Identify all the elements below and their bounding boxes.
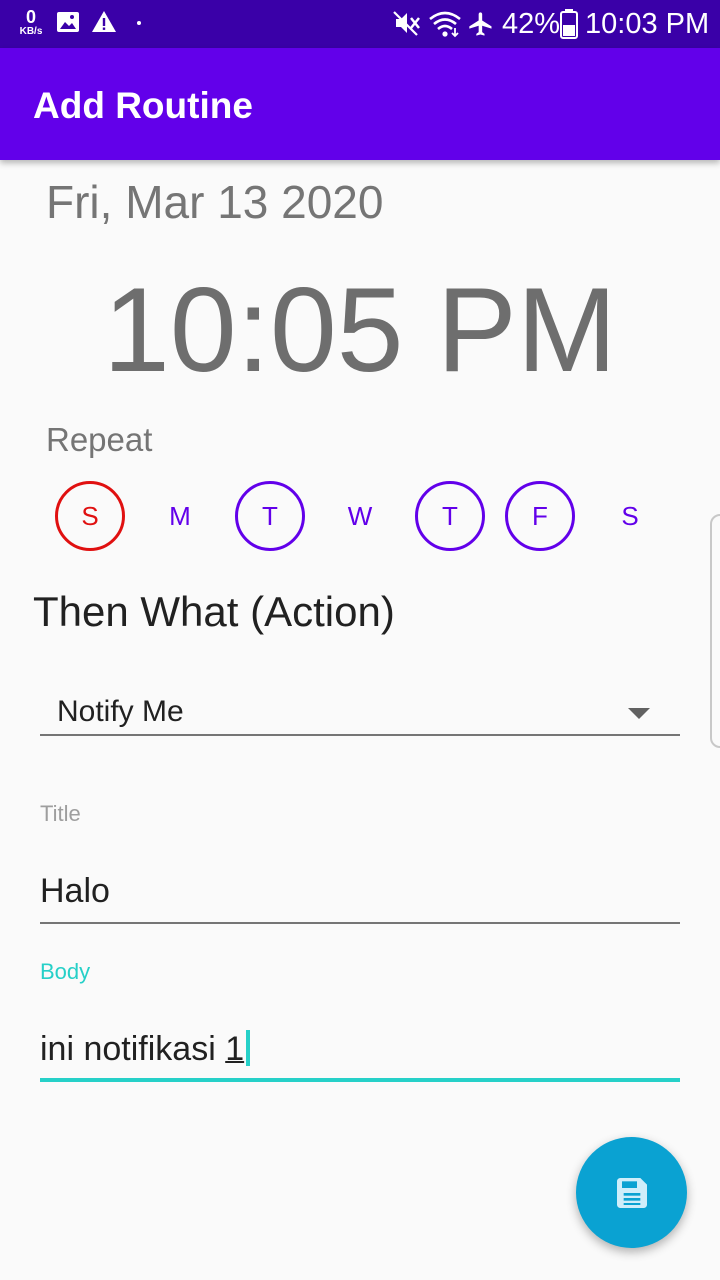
day-toggle-wednesday[interactable]: W [325,481,395,551]
day-toggle-sunday[interactable]: S [55,481,125,551]
network-speed-unit: KB/s [19,26,43,37]
warning-icon [92,11,116,32]
day-toggle-saturday[interactable]: S [595,481,665,551]
body-field-value: ini notifikasi 1 [40,1028,251,1070]
repeat-label: Repeat [46,421,153,458]
action-dropdown[interactable]: Notify Me [40,686,680,736]
title-field-value: Halo [40,872,110,910]
day-toggle-tuesday[interactable]: T [235,481,305,551]
edge-panel-handle[interactable] [710,514,720,748]
network-speed-value: 0 [25,7,36,27]
image-icon [57,12,79,32]
page-title: Add Routine [33,85,253,126]
date-picker-text[interactable]: Fri, Mar 13 2020 [46,174,383,230]
wifi-icon [429,11,461,38]
mute-icon [393,11,420,36]
action-dropdown-value: Notify Me [57,695,184,728]
body-field-label: Body [40,959,91,984]
status-bar: 0 KB/s 42% 10:03 PM [0,0,720,48]
action-heading: Then What (Action) [33,588,395,635]
title-field[interactable]: Halo [40,860,680,924]
clock: 10:03 PM [585,8,710,40]
time-picker-text[interactable]: 10:05 PM [0,262,720,398]
save-icon [616,1177,647,1208]
text-cursor [246,1030,251,1066]
dropdown-arrow-icon [628,708,650,719]
body-field-text: ini notifikasi [40,1030,226,1068]
day-toggle-thursday[interactable]: T [415,481,485,551]
body-field-composing-text: 1 [225,1030,245,1068]
day-toggle-monday[interactable]: M [145,481,215,551]
save-button[interactable] [576,1137,687,1248]
network-speed: 0 KB/s [16,8,46,37]
battery-percent: 42% [502,8,561,40]
day-toggle-friday[interactable]: F [505,481,575,551]
title-field-label: Title [40,801,81,826]
battery-icon [560,9,578,39]
dot-icon [137,21,141,25]
body-field[interactable]: ini notifikasi 1 [40,1018,680,1082]
airplane-icon [469,12,492,36]
app-bar: Add Routine [0,48,720,160]
